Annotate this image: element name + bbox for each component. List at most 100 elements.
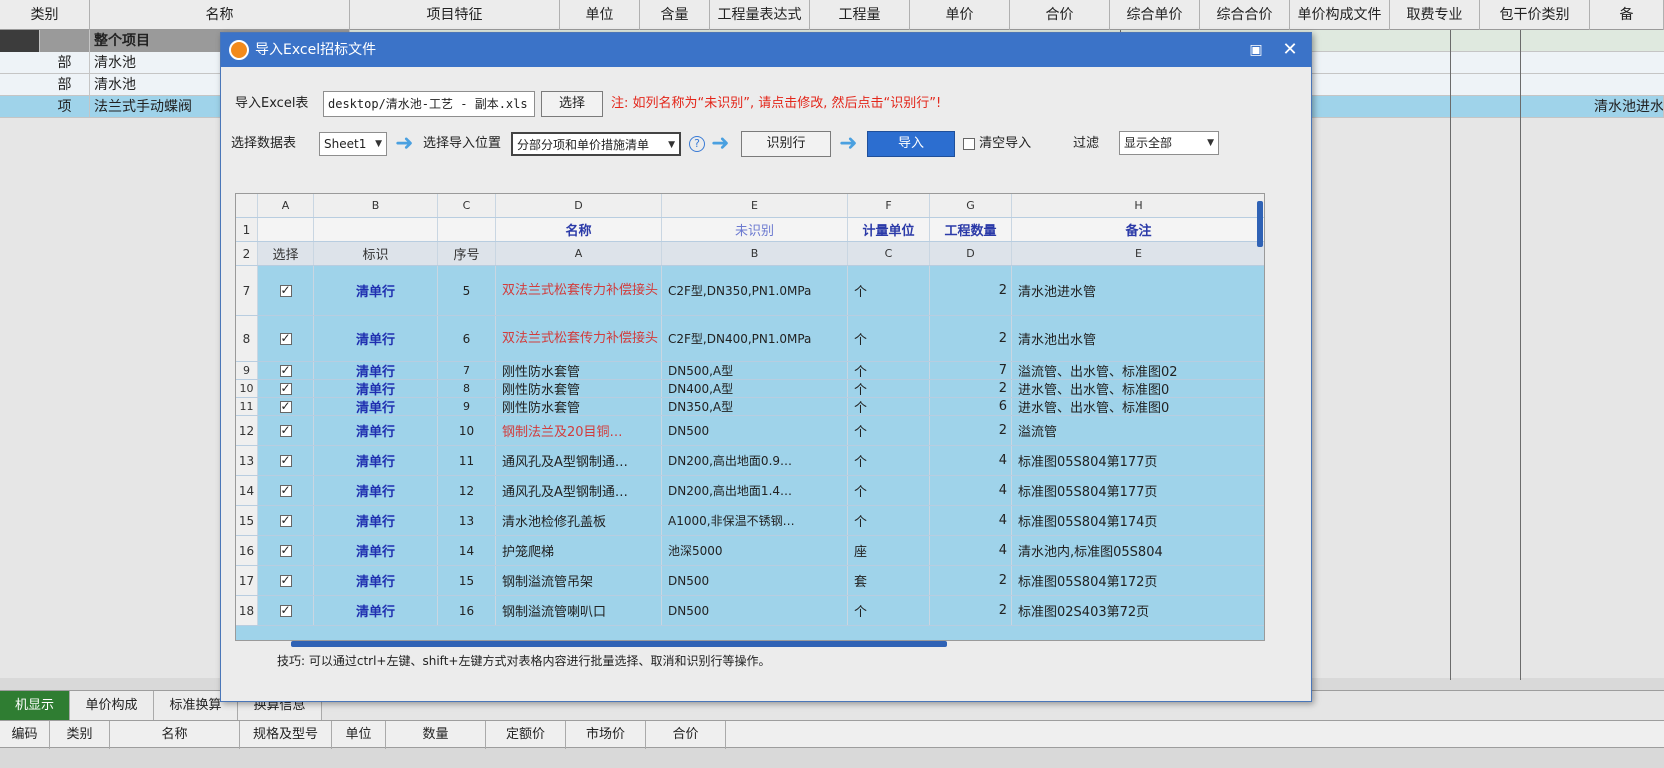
row-unit[interactable]: 个 [848,446,930,475]
grid-column-name[interactable]: 工程数量 [930,218,1012,241]
row-name[interactable]: 通风孔及A型钢制通… [496,446,662,475]
row-spec[interactable]: C2F型,DN350,PN1.0MPa [662,266,848,315]
tab-price-composition[interactable]: 单价构成 [70,691,154,721]
bottom-header-name[interactable]: 名称 [110,721,240,749]
row-note[interactable]: 标准图05S804第177页 [1012,476,1264,505]
row-name[interactable]: 刚性防水套管 [496,398,662,415]
row-tag[interactable]: 清单行 [314,362,438,379]
row-tag[interactable]: 清单行 [314,506,438,535]
row-note[interactable]: 进水管、出水管、标准图0 [1012,380,1264,397]
grid-column-name[interactable]: 名称 [496,218,662,241]
bg-header-unit[interactable]: 单位 [560,0,640,30]
col-letter-c[interactable]: C [438,194,496,217]
row-tag[interactable]: 清单行 [314,476,438,505]
row-checkbox[interactable] [279,331,292,345]
row-spec[interactable]: DN400,A型 [662,380,848,397]
col-letter-e[interactable]: E [662,194,848,217]
row-qty[interactable]: 6 [930,398,1012,415]
horizontal-scrollbar[interactable] [291,641,947,647]
grid-column-name[interactable] [438,218,496,241]
grid-column-name[interactable]: 备注 [1012,218,1264,241]
bottom-header-type[interactable]: 类别 [50,721,110,749]
bg-header-total[interactable]: 合价 [1010,0,1110,30]
grid-column-name[interactable] [258,218,314,241]
row-spec[interactable]: 池深5000 [662,536,848,565]
filter-select[interactable]: 显示全部 ▼ [1119,131,1219,155]
row-name[interactable]: 双法兰式松套传力补偿接头 [496,266,662,315]
row-qty[interactable]: 2 [930,596,1012,625]
bg-header-expression[interactable]: 工程量表达式 [710,0,810,30]
row-tag[interactable]: 清单行 [314,398,438,415]
row-name[interactable]: 钢制溢流管喇叭口 [496,596,662,625]
col-letter-b[interactable]: B [314,194,438,217]
choose-file-button[interactable]: 选择 [541,91,603,117]
row-qty[interactable]: 4 [930,476,1012,505]
row-note[interactable]: 清水池内,标准图05S804 [1012,536,1264,565]
row-qty[interactable]: 7 [930,362,1012,379]
clear-import-option[interactable]: 清空导入 [963,133,1031,155]
row-checkbox[interactable] [279,483,292,497]
tab-machine-display[interactable]: 机显示 [0,691,70,721]
row-unit[interactable]: 个 [848,362,930,379]
table-row[interactable]: 14 清单行 12 通风孔及A型钢制通… DN200,高出地面1.4… 个 4 … [236,476,1264,506]
row-name[interactable]: 清水池检修孔盖板 [496,506,662,535]
file-path-field[interactable]: desktop/清水池-工艺 - 副本.xls [323,91,535,117]
row-checkbox[interactable] [279,543,292,557]
table-row[interactable]: 8 清单行 6 双法兰式松套传力补偿接头 C2F型,DN400,PN1.0MPa… [236,316,1264,362]
bottom-header-total[interactable]: 合价 [646,721,726,749]
row-spec[interactable]: DN500 [662,416,848,445]
row-checkbox[interactable] [279,573,292,587]
table-row[interactable]: 12 清单行 10 钢制法兰及20目铜… DN500 个 2 溢流管 [236,416,1264,446]
row-unit[interactable]: 个 [848,316,930,361]
identify-rows-button[interactable]: 识别行 [741,131,831,157]
row-tag[interactable]: 清单行 [314,416,438,445]
bottom-header-quota-price[interactable]: 定额价 [486,721,566,749]
table-row[interactable]: 9 清单行 7 刚性防水套管 DN500,A型 个 7 溢流管、出水管、标准图0… [236,362,1264,380]
select-cell[interactable] [258,566,314,595]
select-cell[interactable] [258,596,314,625]
row-spec[interactable]: DN500 [662,566,848,595]
row-spec[interactable]: C2F型,DN400,PN1.0MPa [662,316,848,361]
row-tag[interactable]: 清单行 [314,446,438,475]
row-tag[interactable]: 清单行 [314,266,438,315]
row-unit[interactable]: 个 [848,266,930,315]
row-spec[interactable]: DN200,高出地面1.4… [662,476,848,505]
help-icon[interactable]: ? [689,136,705,152]
table-row[interactable]: 17 清单行 15 钢制溢流管吊架 DN500 套 2 标准图05S804第17… [236,566,1264,596]
row-unit[interactable]: 座 [848,536,930,565]
select-cell[interactable] [258,476,314,505]
grid-column-name[interactable]: 计量单位 [848,218,930,241]
position-select[interactable]: 分部分项和单价措施清单 ▼ [511,132,681,156]
col-letter-f[interactable]: F [848,194,930,217]
row-qty[interactable]: 4 [930,446,1012,475]
maximize-icon[interactable]: ▣ [1245,39,1267,61]
bg-header-comp-total[interactable]: 综合合价 [1200,0,1290,30]
row-tag[interactable]: 清单行 [314,316,438,361]
select-cell[interactable] [258,446,314,475]
row-spec[interactable]: DN500 [662,596,848,625]
clear-import-checkbox[interactable] [963,137,975,150]
row-name[interactable]: 护笼爬梯 [496,536,662,565]
row-qty[interactable]: 4 [930,536,1012,565]
row-checkbox[interactable] [279,399,292,413]
bottom-header-market-price[interactable]: 市场价 [566,721,646,749]
grid-column-name[interactable]: 未识别 [662,218,848,241]
row-spec[interactable]: DN200,高出地面0.9… [662,446,848,475]
bg-header-comp-price[interactable]: 综合单价 [1110,0,1200,30]
dialog-titlebar[interactable]: 导入Excel招标文件 ▣ ✕ [221,33,1311,67]
bg-header-quantity[interactable]: 工程量 [810,0,910,30]
row-note[interactable]: 清水池进水管 [1012,266,1264,315]
row-name[interactable]: 刚性防水套管 [496,380,662,397]
bottom-header-code[interactable]: 编码 [0,721,50,749]
row-checkbox[interactable] [279,513,292,527]
row-note[interactable]: 标准图05S804第174页 [1012,506,1264,535]
row-tag[interactable]: 清单行 [314,596,438,625]
select-cell[interactable] [258,536,314,565]
col-letter-a[interactable]: A [258,194,314,217]
row-spec[interactable]: DN500,A型 [662,362,848,379]
row-name[interactable]: 双法兰式松套传力补偿接头 [496,316,662,361]
row-unit[interactable]: 个 [848,596,930,625]
row-spec[interactable]: DN350,A型 [662,398,848,415]
row-note[interactable]: 标准图02S403第72页 [1012,596,1264,625]
row-checkbox[interactable] [279,603,292,617]
